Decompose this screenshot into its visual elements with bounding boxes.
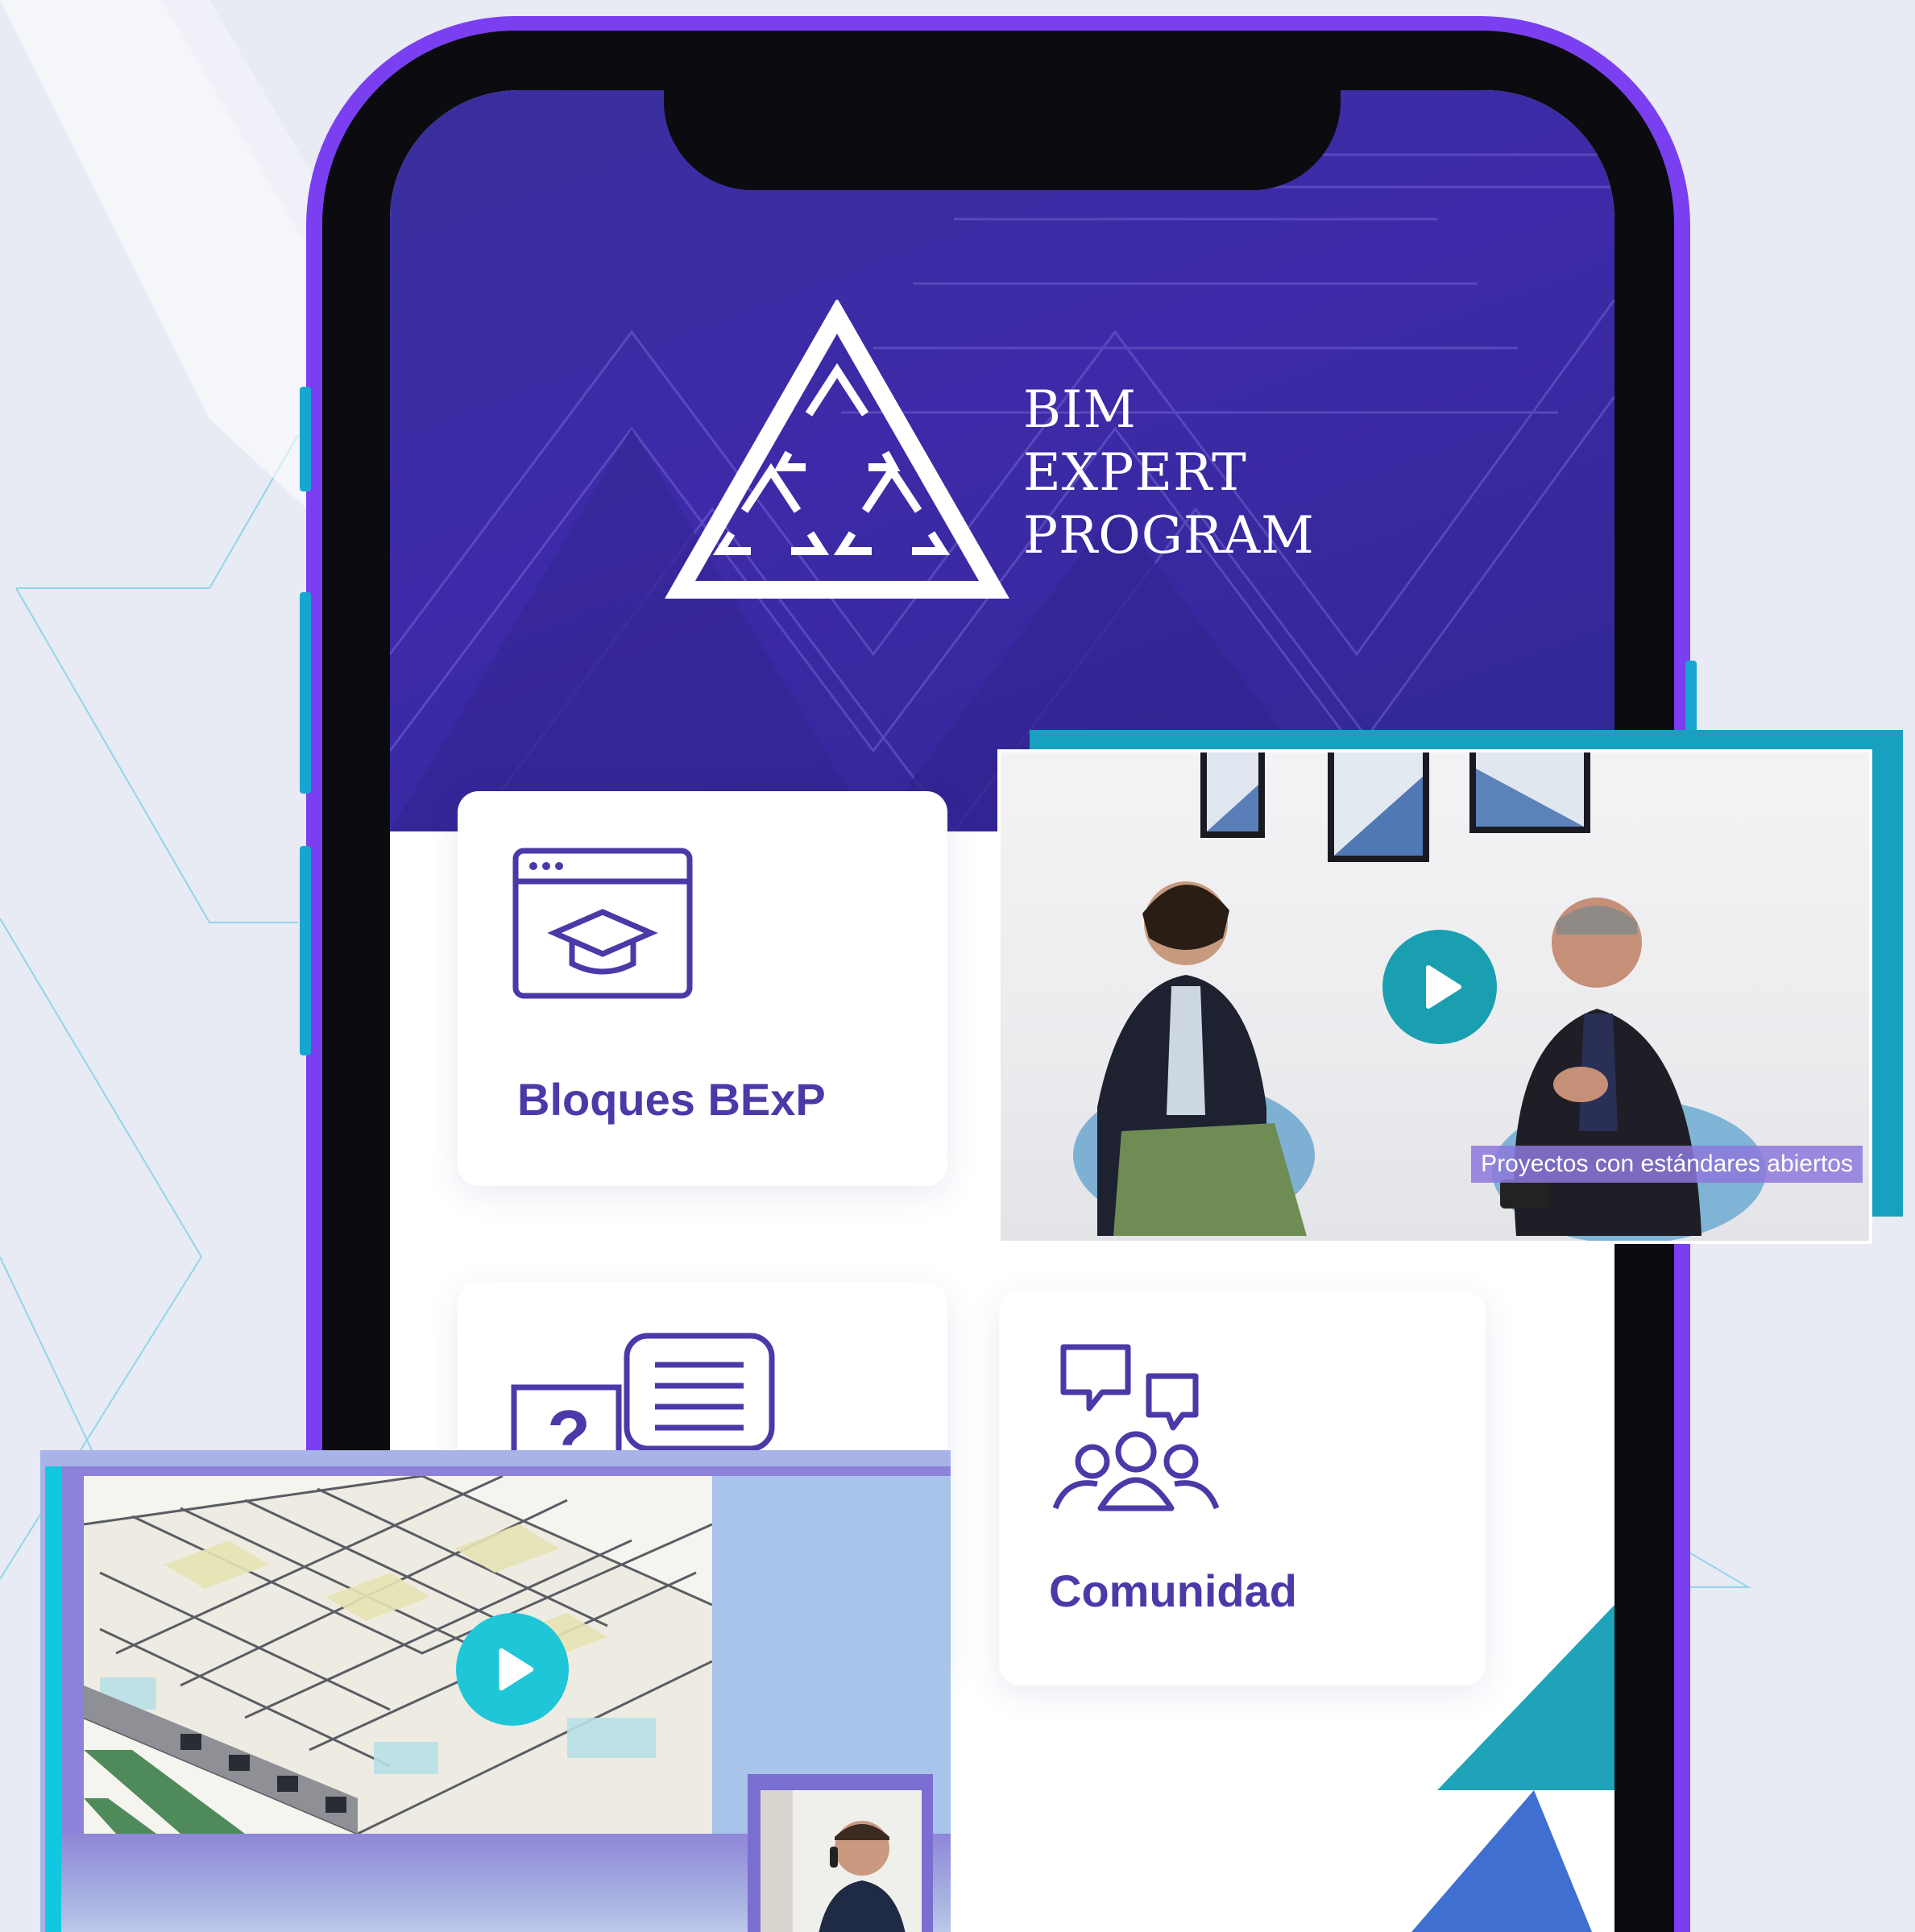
brand-title: BIM EXPERT PROGRAM [1023,379,1315,567]
brand-line-2: EXPERT [1023,443,1247,503]
phone-notch [664,90,1341,190]
video-2-play-button[interactable] [456,1613,569,1726]
bloques-label: Bloques BExP [517,1074,826,1125]
phone-side-button [300,846,311,1055]
phone-side-button [300,387,311,491]
decorative-triangles [1411,1605,1614,1932]
video-2-player[interactable] [84,1476,712,1834]
video-2-teal-edge [45,1466,61,1932]
brand-line-1: BIM [1023,380,1137,440]
presenter-image [761,1790,922,1932]
triangle-logo-icon [665,300,1009,599]
brand-line-3: PROGRAM [1023,506,1315,566]
video-2-thumbnail [84,1476,712,1834]
play-icon [1426,965,1461,1009]
video-1-caption: Proyectos con estándares abiertos [1471,1146,1863,1183]
bloques-card[interactable]: Bloques BExP [458,791,947,1186]
phone-side-button [300,592,311,794]
presenter-thumbnail [761,1790,922,1932]
community-chat-icon [1052,1344,1220,1511]
browser-graduation-cap-icon [512,848,693,999]
play-icon [499,1648,534,1691]
video-1-player[interactable]: Proyectos con estándares abiertos [997,749,1872,1244]
video-1-play-button[interactable] [1382,930,1497,1044]
